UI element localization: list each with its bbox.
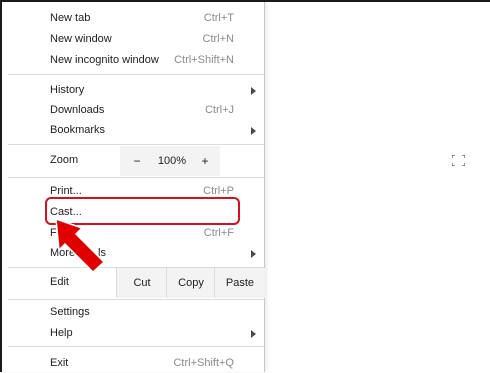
red-arrow-icon xyxy=(55,217,106,274)
pointer-arrow xyxy=(55,217,106,274)
